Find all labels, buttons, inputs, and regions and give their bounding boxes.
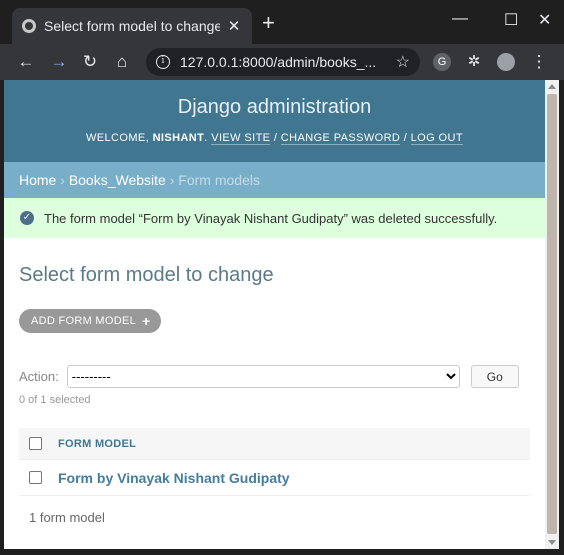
page-viewport: Django administration WELCOME, NISHANT. … [4,80,545,549]
extensions-puzzle-icon[interactable]: ✲ [465,53,483,71]
address-bar[interactable]: i 127.0.0.1:8000/admin/books_... ☆ [146,48,420,76]
success-message: ✓ The form model “Form by Vinayak Nishan… [4,198,545,238]
site-info-icon[interactable]: i [156,55,170,69]
reload-icon[interactable]: ↻ [79,51,101,73]
breadcrumb-home[interactable]: Home [19,172,56,188]
browser-toolbar: ← → ↻ ⌂ i 127.0.0.1:8000/admin/books_...… [0,44,564,80]
username: NISHANT [152,132,205,144]
browser-menu-icon[interactable]: ⋮ [528,51,550,73]
bookmark-star-icon[interactable]: ☆ [396,52,410,72]
welcome-text: WELCOME, [86,132,150,144]
breadcrumb: Home › Books_Website › Form models [4,162,545,198]
selection-counter: 0 of 1 selected [19,394,91,406]
scrollbar-thumb[interactable] [547,94,557,534]
django-favicon-icon [22,19,36,33]
new-tab-icon[interactable]: + [262,12,275,34]
checkmark-icon: ✓ [20,211,34,225]
actions-bar: Action: --------- Go [19,365,530,388]
home-icon[interactable]: ⌂ [111,51,133,73]
breadcrumb-current: Form models [178,172,260,188]
browser-tab-bar: Select form model to change ✕ + — ☐ ✕ [0,0,564,44]
forward-icon[interactable]: → [48,51,70,73]
page-title: Select form model to change [19,264,274,286]
grammarly-extension-icon[interactable]: G [433,53,451,71]
column-header-form-model[interactable]: FORM MODEL [58,438,136,450]
page-scrollbar[interactable] [545,80,559,549]
view-site-link[interactable]: VIEW SITE [211,132,271,145]
address-url[interactable]: 127.0.0.1:8000/admin/books_... [180,54,396,70]
plus-icon: + [142,313,151,329]
select-all-checkbox[interactable] [29,437,42,450]
success-message-text: The form model “Form by Vinayak Nishant … [44,210,498,226]
profile-avatar[interactable] [497,53,515,71]
maximize-icon[interactable]: ☐ [504,10,518,30]
scroll-up-icon[interactable] [548,84,556,89]
action-label: Action: [19,369,59,384]
table-header: FORM MODEL [19,428,530,460]
scroll-down-icon[interactable] [548,540,556,545]
back-icon[interactable]: ← [15,51,37,73]
minimize-icon[interactable]: — [452,10,468,28]
close-tab-icon[interactable]: ✕ [226,17,242,35]
log-out-link[interactable]: LOG OUT [410,132,463,145]
breadcrumb-app[interactable]: Books_Website [69,172,166,188]
results-table: FORM MODEL Form by Vinayak Nishant Gudip… [19,428,530,496]
add-form-model-button[interactable]: ADD FORM MODEL + [19,309,161,333]
close-window-icon[interactable]: ✕ [538,10,551,30]
action-select[interactable]: --------- [66,365,460,388]
paginator: 1 form model [29,510,105,525]
row-checkbox[interactable] [29,471,42,484]
changelist-content: Select form model to change ADD FORM MOD… [4,264,545,525]
change-password-link[interactable]: CHANGE PASSWORD [280,132,401,145]
site-brand[interactable]: Django administration [4,96,545,119]
table-row: Form by Vinayak Nishant Gudipaty [19,460,530,496]
go-button[interactable]: Go [470,365,519,388]
row-link[interactable]: Form by Vinayak Nishant Gudipaty [58,470,290,486]
admin-header: Django administration WELCOME, NISHANT. … [4,80,545,162]
tab-title: Select form model to change [44,18,220,34]
user-tools: WELCOME, NISHANT. VIEW SITE / CHANGE PAS… [86,132,463,145]
browser-tab[interactable]: Select form model to change ✕ [12,8,252,44]
add-form-model-label: ADD FORM MODEL [31,315,137,327]
